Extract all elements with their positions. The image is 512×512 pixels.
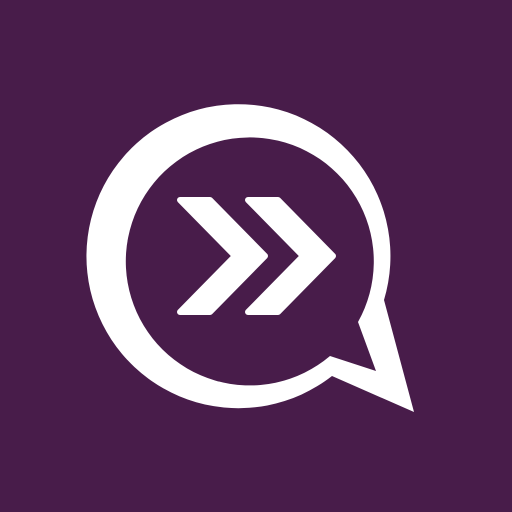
- chevron-right-icon: [177, 197, 268, 315]
- chat-bubble-fast-forward-icon: [86, 104, 414, 413]
- app-icon-background: [0, 0, 512, 512]
